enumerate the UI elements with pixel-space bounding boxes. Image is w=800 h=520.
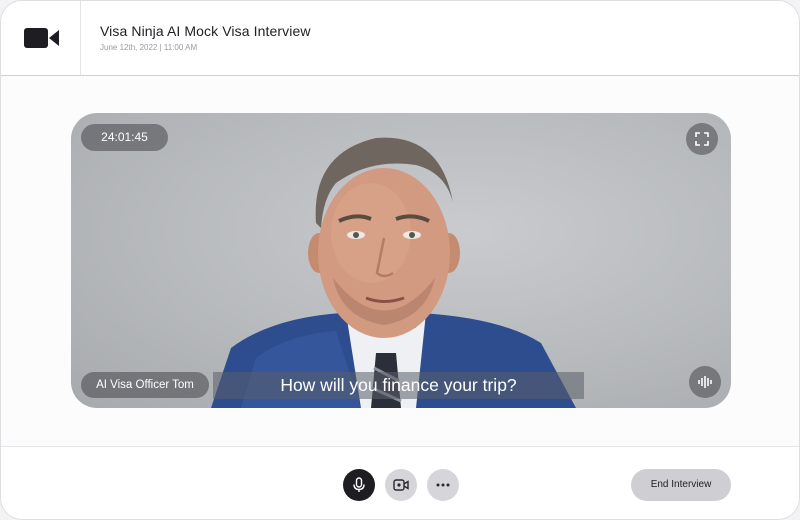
interviewer-video-feed [211, 137, 576, 408]
session-datetime: June 12th, 2022 | 11:00 AM [100, 43, 198, 52]
page-title: Visa Ninja AI Mock Visa Interview [100, 23, 311, 39]
microphone-icon [353, 477, 365, 492]
fullscreen-button[interactable] [686, 123, 718, 155]
control-bar: End Interview [1, 446, 799, 519]
interview-window: Visa Ninja AI Mock Visa Interview June 1… [0, 0, 800, 520]
logo-box [1, 1, 81, 75]
fullscreen-icon [695, 132, 709, 146]
video-stage: 24:01:45 AI Visa Officer Tom How will yo… [71, 113, 731, 408]
more-dots-icon [436, 483, 450, 487]
call-timer: 24:01:45 [81, 124, 168, 151]
camera-switch-icon [393, 479, 409, 491]
more-options-button[interactable] [427, 469, 459, 501]
video-camera-icon [24, 28, 59, 48]
end-interview-button[interactable]: End Interview [631, 469, 731, 501]
header: Visa Ninja AI Mock Visa Interview June 1… [1, 1, 799, 76]
live-caption: How will you finance your trip? [213, 372, 584, 399]
participant-name-tag: AI Visa Officer Tom [81, 372, 209, 398]
audio-wave-icon [698, 376, 712, 388]
camera-button[interactable] [385, 469, 417, 501]
audio-level-button[interactable] [689, 366, 721, 398]
microphone-button[interactable] [343, 469, 375, 501]
